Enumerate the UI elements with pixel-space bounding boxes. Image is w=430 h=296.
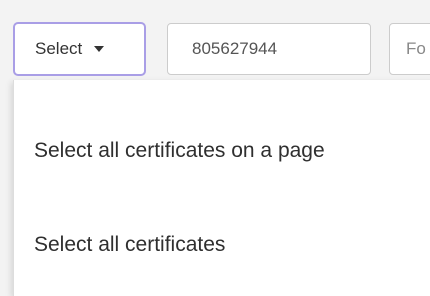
toolbar: Select — [0, 0, 430, 92]
filter-input[interactable] — [389, 23, 430, 75]
certificate-id-input[interactable] — [167, 23, 371, 75]
select-dropdown-menu: Select all certificates on a page Select… — [13, 80, 430, 296]
caret-down-icon — [94, 46, 105, 52]
select-button-label: Select — [35, 39, 83, 58]
menu-item-select-all-certificates[interactable]: Select all certificates — [14, 223, 430, 267]
select-dropdown-button[interactable]: Select — [13, 22, 146, 76]
menu-item-select-all-on-page[interactable]: Select all certificates on a page — [14, 129, 430, 173]
